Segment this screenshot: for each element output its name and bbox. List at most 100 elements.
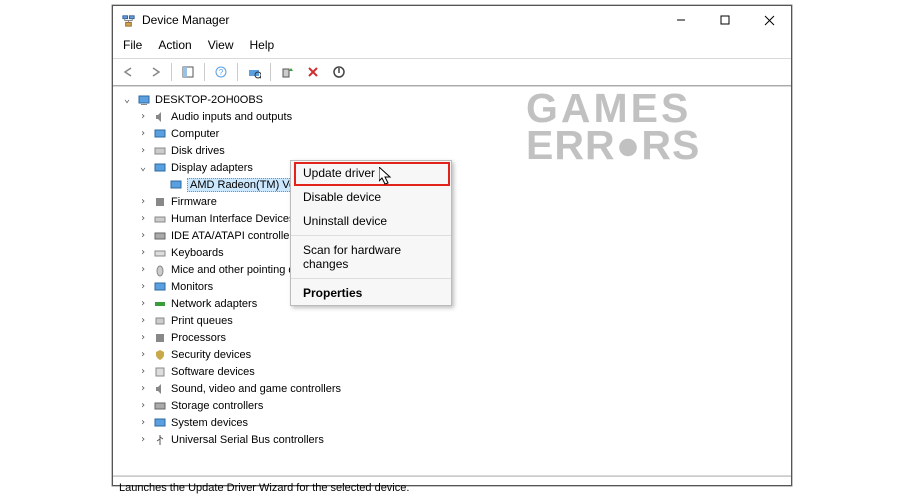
- monitor-icon: [153, 280, 167, 294]
- expand-icon[interactable]: ›: [137, 111, 149, 122]
- menu-view[interactable]: View: [202, 36, 240, 56]
- printer-icon: [153, 314, 167, 328]
- node-label: Security devices: [171, 349, 251, 361]
- node-label: Storage controllers: [171, 400, 263, 412]
- expand-icon[interactable]: ›: [137, 366, 149, 377]
- menu-action[interactable]: Action: [152, 36, 197, 56]
- expand-icon[interactable]: ›: [137, 383, 149, 394]
- ctx-divider: [291, 235, 451, 236]
- tree-node-monitors[interactable]: › Monitors: [137, 278, 783, 295]
- node-label: Software devices: [171, 366, 255, 378]
- tree-node-software[interactable]: › Software devices: [137, 363, 783, 380]
- maximize-button[interactable]: [703, 6, 747, 34]
- menu-help[interactable]: Help: [244, 36, 281, 56]
- status-bar: Launches the Update Driver Wizard for th…: [113, 476, 791, 499]
- expand-icon[interactable]: ›: [137, 196, 149, 207]
- expand-icon[interactable]: ›: [137, 434, 149, 445]
- ide-icon: [153, 229, 167, 243]
- back-button[interactable]: [117, 61, 141, 83]
- tree-node-usb[interactable]: › Universal Serial Bus controllers: [137, 431, 783, 448]
- watermark-line2: ERR●RS: [526, 127, 700, 164]
- tree-node-gpu[interactable]: AMD Radeon(TM) Vega 11 Graphics: [153, 176, 783, 193]
- sound-icon: [153, 382, 167, 396]
- network-icon: [153, 297, 167, 311]
- help-button[interactable]: ?: [209, 61, 233, 83]
- ctx-update-driver[interactable]: Update driver: [291, 161, 451, 185]
- node-label: Disk drives: [171, 145, 225, 157]
- tree-node-firmware[interactable]: › Firmware: [137, 193, 783, 210]
- shield-icon: [153, 348, 167, 362]
- expand-icon[interactable]: ›: [137, 315, 149, 326]
- root-label: DESKTOP-2OH0OBS: [155, 94, 263, 106]
- node-label: Network adapters: [171, 298, 257, 310]
- disk-icon: [153, 144, 167, 158]
- node-label: Processors: [171, 332, 226, 344]
- node-label: Audio inputs and outputs: [171, 111, 292, 123]
- tree-node-hid[interactable]: › Human Interface Devices: [137, 210, 783, 227]
- menubar: File Action View Help: [113, 34, 791, 58]
- ctx-divider: [291, 278, 451, 279]
- storage-icon: [153, 399, 167, 413]
- tree-node-sound[interactable]: › Sound, video and game controllers: [137, 380, 783, 397]
- tree-node-ide[interactable]: › IDE ATA/ATAPI controllers: [137, 227, 783, 244]
- tree-node-network[interactable]: › Network adapters: [137, 295, 783, 312]
- tree-node-print[interactable]: › Print queues: [137, 312, 783, 329]
- expand-icon[interactable]: ›: [137, 298, 149, 309]
- tree-node-processors[interactable]: › Processors: [137, 329, 783, 346]
- expand-icon[interactable]: ›: [137, 145, 149, 156]
- expand-icon[interactable]: ›: [137, 213, 149, 224]
- device-manager-window: Device Manager File Action View Help ? ⌄…: [112, 5, 792, 486]
- svg-text:?: ?: [219, 68, 224, 77]
- node-label: Display adapters: [171, 162, 253, 174]
- expand-icon[interactable]: ›: [137, 349, 149, 360]
- tree-node-storage[interactable]: › Storage controllers: [137, 397, 783, 414]
- keyboard-icon: [153, 246, 167, 260]
- chip-icon: [153, 195, 167, 209]
- minimize-button[interactable]: [659, 6, 703, 34]
- node-label: Monitors: [171, 281, 213, 293]
- expand-icon[interactable]: ›: [137, 230, 149, 241]
- uninstall-button[interactable]: [301, 61, 325, 83]
- ctx-disable-device[interactable]: Disable device: [291, 185, 451, 209]
- show-hide-button[interactable]: [176, 61, 200, 83]
- forward-button[interactable]: [143, 61, 167, 83]
- expand-icon[interactable]: ›: [137, 247, 149, 258]
- gpu-icon: [169, 178, 183, 192]
- ctx-uninstall-device[interactable]: Uninstall device: [291, 209, 451, 233]
- menu-file[interactable]: File: [117, 36, 148, 56]
- update-driver-button[interactable]: [275, 61, 299, 83]
- expand-icon[interactable]: ›: [137, 417, 149, 428]
- close-button[interactable]: [747, 6, 791, 34]
- toolbar: ?: [113, 58, 791, 86]
- scan-hardware-button[interactable]: [242, 61, 266, 83]
- node-label: System devices: [171, 417, 248, 429]
- node-label: Universal Serial Bus controllers: [171, 434, 324, 446]
- expand-icon[interactable]: ›: [137, 400, 149, 411]
- collapse-icon[interactable]: ⌄: [137, 162, 149, 173]
- ctx-scan-hardware[interactable]: Scan for hardware changes: [291, 238, 451, 276]
- node-label: Firmware: [171, 196, 217, 208]
- node-label: Human Interface Devices: [171, 213, 295, 225]
- node-label: Print queues: [171, 315, 233, 327]
- expand-icon[interactable]: ›: [137, 281, 149, 292]
- tree-node-security[interactable]: › Security devices: [137, 346, 783, 363]
- disable-button[interactable]: [327, 61, 351, 83]
- node-label: Computer: [171, 128, 219, 140]
- hid-icon: [153, 212, 167, 226]
- system-icon: [153, 416, 167, 430]
- expand-icon[interactable]: ›: [137, 264, 149, 275]
- usb-icon: [153, 433, 167, 447]
- titlebar[interactable]: Device Manager: [113, 6, 791, 34]
- node-label: Keyboards: [171, 247, 224, 259]
- computer-icon: [137, 93, 151, 107]
- expand-icon[interactable]: ›: [137, 332, 149, 343]
- node-label: IDE ATA/ATAPI controllers: [171, 230, 299, 242]
- tree-node-keyboards[interactable]: › Keyboards: [137, 244, 783, 261]
- expand-icon[interactable]: ›: [137, 128, 149, 139]
- collapse-icon[interactable]: ⌄: [121, 94, 133, 105]
- node-label: Sound, video and game controllers: [171, 383, 341, 395]
- tree-node-system[interactable]: › System devices: [137, 414, 783, 431]
- window-title: Device Manager: [142, 13, 229, 27]
- ctx-properties[interactable]: Properties: [291, 281, 451, 305]
- tree-node-mice[interactable]: ›Mice and other pointing devices: [137, 261, 783, 278]
